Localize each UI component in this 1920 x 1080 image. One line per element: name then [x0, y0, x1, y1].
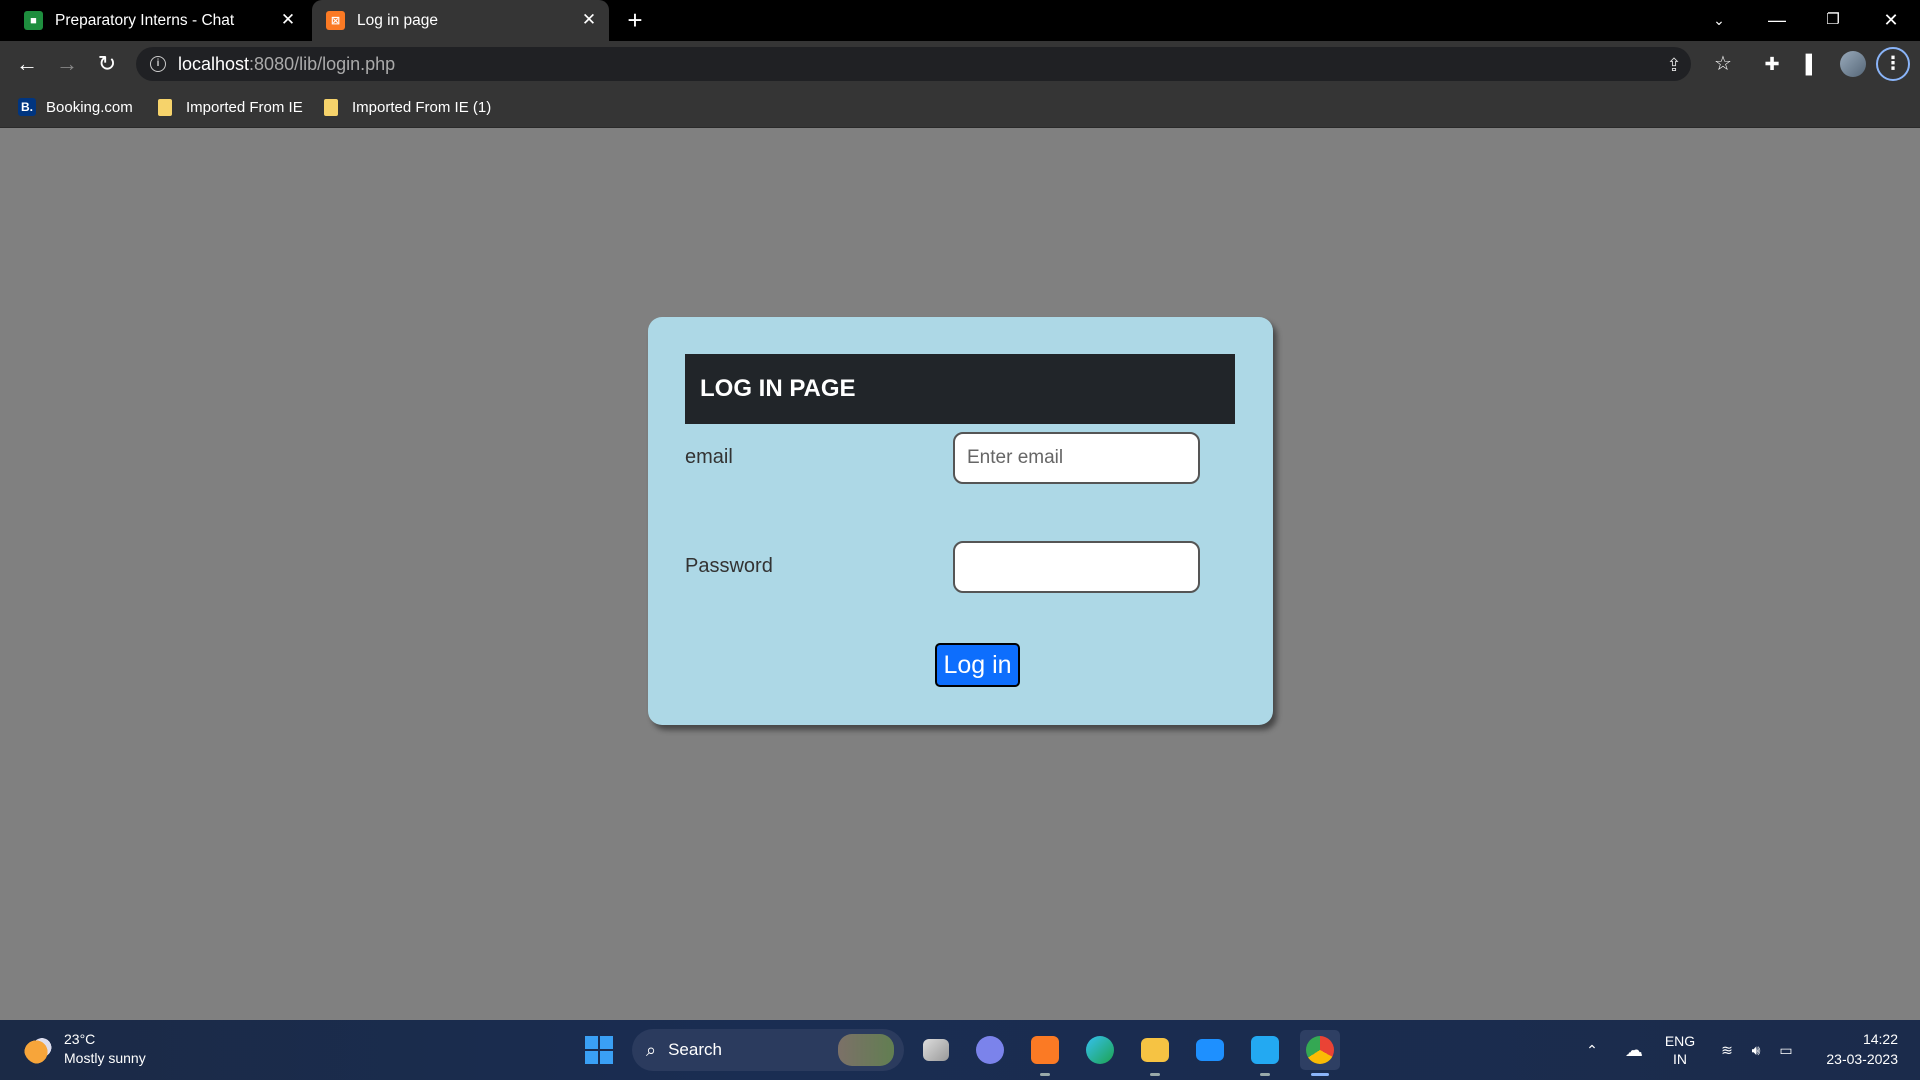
wifi-icon[interactable]: ≋: [1716, 1020, 1738, 1080]
windows-logo-icon: [585, 1036, 613, 1064]
password-field[interactable]: [953, 541, 1200, 593]
folder-icon: [324, 98, 338, 116]
folder-icon: [1141, 1038, 1169, 1062]
close-tab-icon[interactable]: ✕: [579, 10, 599, 30]
page-title: LOG IN PAGE: [685, 354, 1235, 424]
extensions-icon[interactable]: ✚: [1760, 52, 1784, 76]
search-highlight-image: [838, 1034, 894, 1066]
reload-icon[interactable]: ↻: [93, 50, 121, 78]
bookmark-folder-imported-ie[interactable]: Imported From IE: [158, 96, 303, 118]
mail-button[interactable]: [1190, 1030, 1230, 1070]
vscode-button[interactable]: [1245, 1030, 1285, 1076]
xampp-icon: [1031, 1036, 1059, 1064]
bookmark-booking[interactable]: B. Booking.com: [18, 96, 133, 118]
chrome-button[interactable]: [1300, 1030, 1340, 1076]
password-label: Password: [685, 555, 773, 577]
back-icon[interactable]: ←: [13, 50, 41, 78]
browser-toolbar: ← → ↻ i localhost:8080/lib/login.php ⇪ ☆…: [0, 41, 1920, 87]
email-field[interactable]: [953, 432, 1200, 484]
show-hidden-icons-chevron-icon[interactable]: ⌃: [1580, 1020, 1604, 1080]
volume-icon[interactable]: 🔊︎: [1744, 1020, 1768, 1080]
search-icon: ⌕: [646, 1039, 657, 1060]
tab-title: Preparatory Interns - Chat: [55, 11, 235, 29]
mail-icon: [1196, 1039, 1224, 1061]
bookmark-star-icon[interactable]: ☆: [1711, 52, 1735, 76]
side-panel-icon[interactable]: ▌: [1800, 52, 1824, 76]
restore-icon[interactable]: ❐: [1818, 6, 1848, 34]
xampp-icon: ⊠: [326, 11, 345, 30]
input-language-indicator[interactable]: ENG IN: [1660, 1020, 1700, 1080]
teams-chat-button[interactable]: [970, 1030, 1010, 1070]
close-window-icon[interactable]: ✕: [1876, 6, 1906, 34]
login-button[interactable]: Log in: [935, 643, 1020, 687]
browser-tab-strip: ■ Preparatory Interns - Chat ✕ ⊠ Log in …: [0, 0, 1920, 41]
file-explorer-button[interactable]: [1135, 1030, 1175, 1076]
booking-icon: B.: [18, 98, 36, 116]
battery-icon[interactable]: ▭: [1774, 1020, 1798, 1080]
weather-condition: Mostly sunny: [64, 1050, 146, 1066]
google-chat-icon: ■: [24, 11, 43, 30]
weather-widget[interactable]: 23°C Mostly sunny: [24, 1030, 146, 1068]
share-icon[interactable]: ⇪: [1663, 54, 1685, 76]
profile-avatar[interactable]: [1840, 51, 1866, 77]
address-url[interactable]: localhost:8080/lib/login.php: [178, 54, 395, 75]
minimize-icon[interactable]: —: [1762, 6, 1792, 34]
onedrive-cloud-icon[interactable]: ☁: [1620, 1020, 1648, 1080]
taskbar-search[interactable]: ⌕ Search: [632, 1029, 904, 1071]
teams-icon: [976, 1036, 1004, 1064]
folder-icon: [158, 98, 172, 116]
vscode-icon: [1251, 1036, 1279, 1064]
page-viewport: LOG IN PAGE email Password Log in: [0, 128, 1920, 1020]
task-view-icon: [923, 1039, 949, 1061]
tab-preparatory-interns-chat[interactable]: ■ Preparatory Interns - Chat ✕: [0, 0, 308, 41]
edge-button[interactable]: [1080, 1030, 1120, 1070]
system-clock[interactable]: 14:22 23-03-2023: [1808, 1029, 1898, 1069]
task-view-button[interactable]: [916, 1030, 956, 1070]
bookmark-folder-imported-ie-1[interactable]: Imported From IE (1): [324, 96, 491, 118]
xampp-taskbar-button[interactable]: [1025, 1030, 1065, 1076]
browser-menu-icon[interactable]: ⋮: [1876, 47, 1910, 81]
address-bar[interactable]: i localhost:8080/lib/login.php ⇪: [136, 47, 1691, 81]
weather-sun-icon: [24, 1034, 54, 1064]
close-tab-icon[interactable]: ✕: [278, 10, 298, 30]
forward-icon[interactable]: →: [53, 50, 81, 78]
chrome-icon: [1306, 1036, 1334, 1064]
site-info-icon[interactable]: i: [150, 56, 166, 72]
email-label: email: [685, 446, 733, 468]
weather-temp: 23°C: [64, 1031, 96, 1047]
start-button[interactable]: [579, 1030, 619, 1070]
tab-title: Log in page: [357, 11, 439, 29]
new-tab-icon[interactable]: +: [622, 7, 648, 34]
edge-icon: [1086, 1036, 1114, 1064]
bookmarks-bar: B. Booking.com Imported From IE Imported…: [0, 87, 1920, 128]
tab-search-chevron-icon[interactable]: ⌄: [1704, 6, 1734, 34]
tab-log-in-page[interactable]: ⊠ Log in page ✕: [312, 0, 609, 41]
windows-taskbar: 23°C Mostly sunny ⌕ Search ⌃ ☁ ENG IN ≋ …: [0, 1020, 1920, 1080]
login-card: LOG IN PAGE email Password Log in: [648, 317, 1273, 725]
